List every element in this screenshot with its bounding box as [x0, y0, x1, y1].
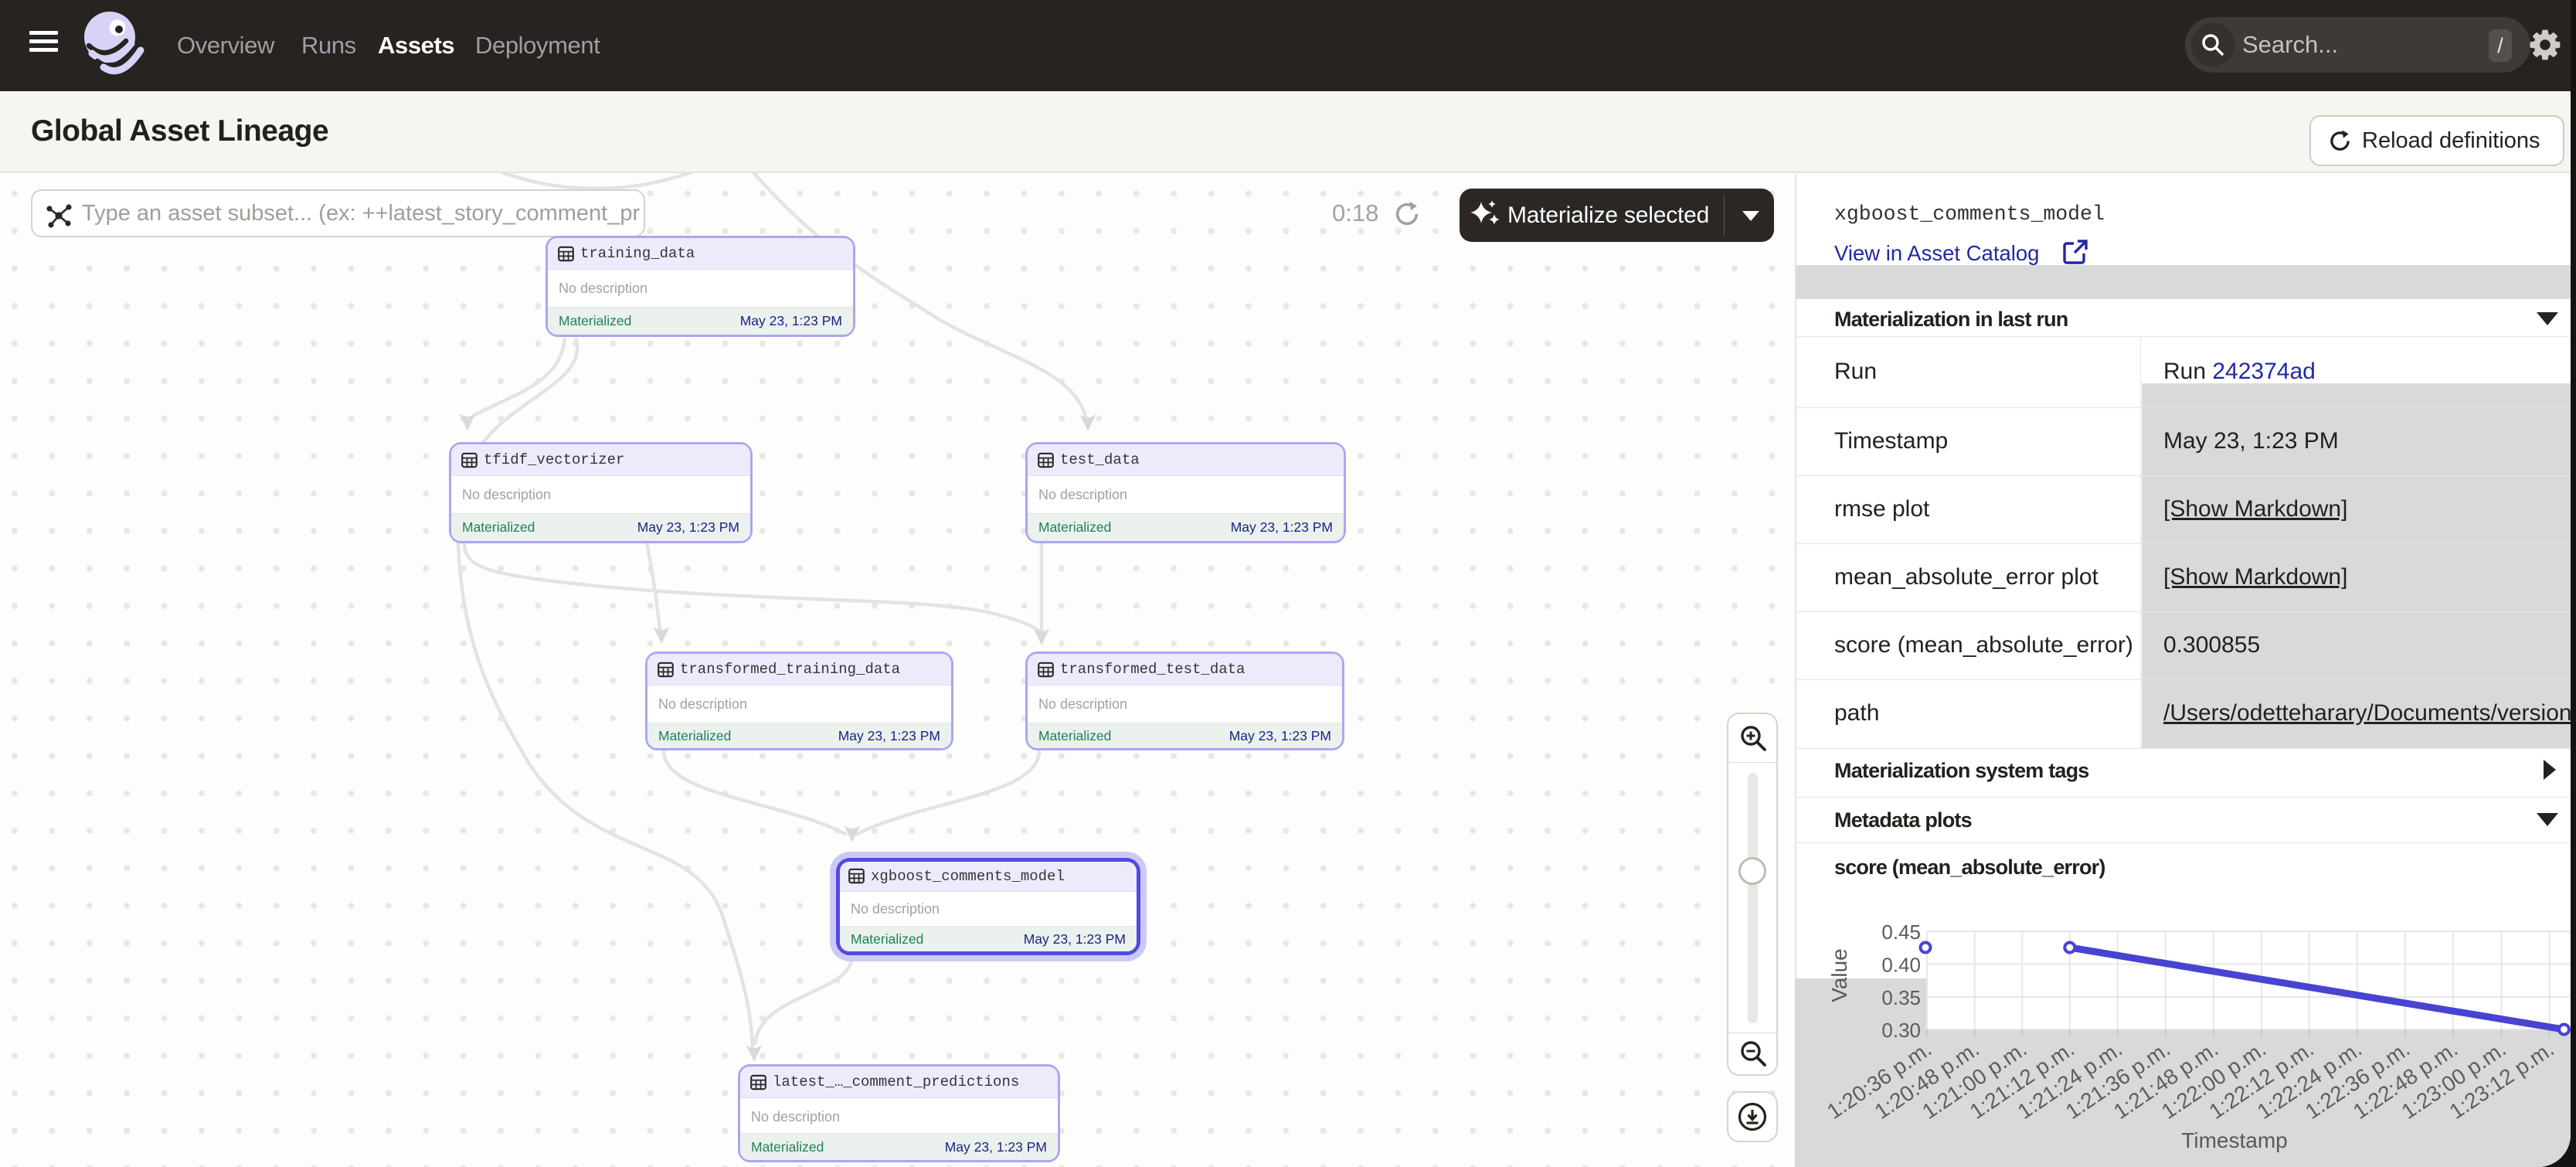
svg-text:0.40: 0.40	[1881, 954, 1921, 977]
svg-text:Timestamp: Timestamp	[2181, 1128, 2287, 1152]
svg-text:Value: Value	[1827, 948, 1851, 1002]
svg-text:0.45: 0.45	[1881, 920, 1921, 944]
svg-text:0.35: 0.35	[1881, 986, 1921, 1009]
svg-text:0.30: 0.30	[1881, 1019, 1921, 1042]
